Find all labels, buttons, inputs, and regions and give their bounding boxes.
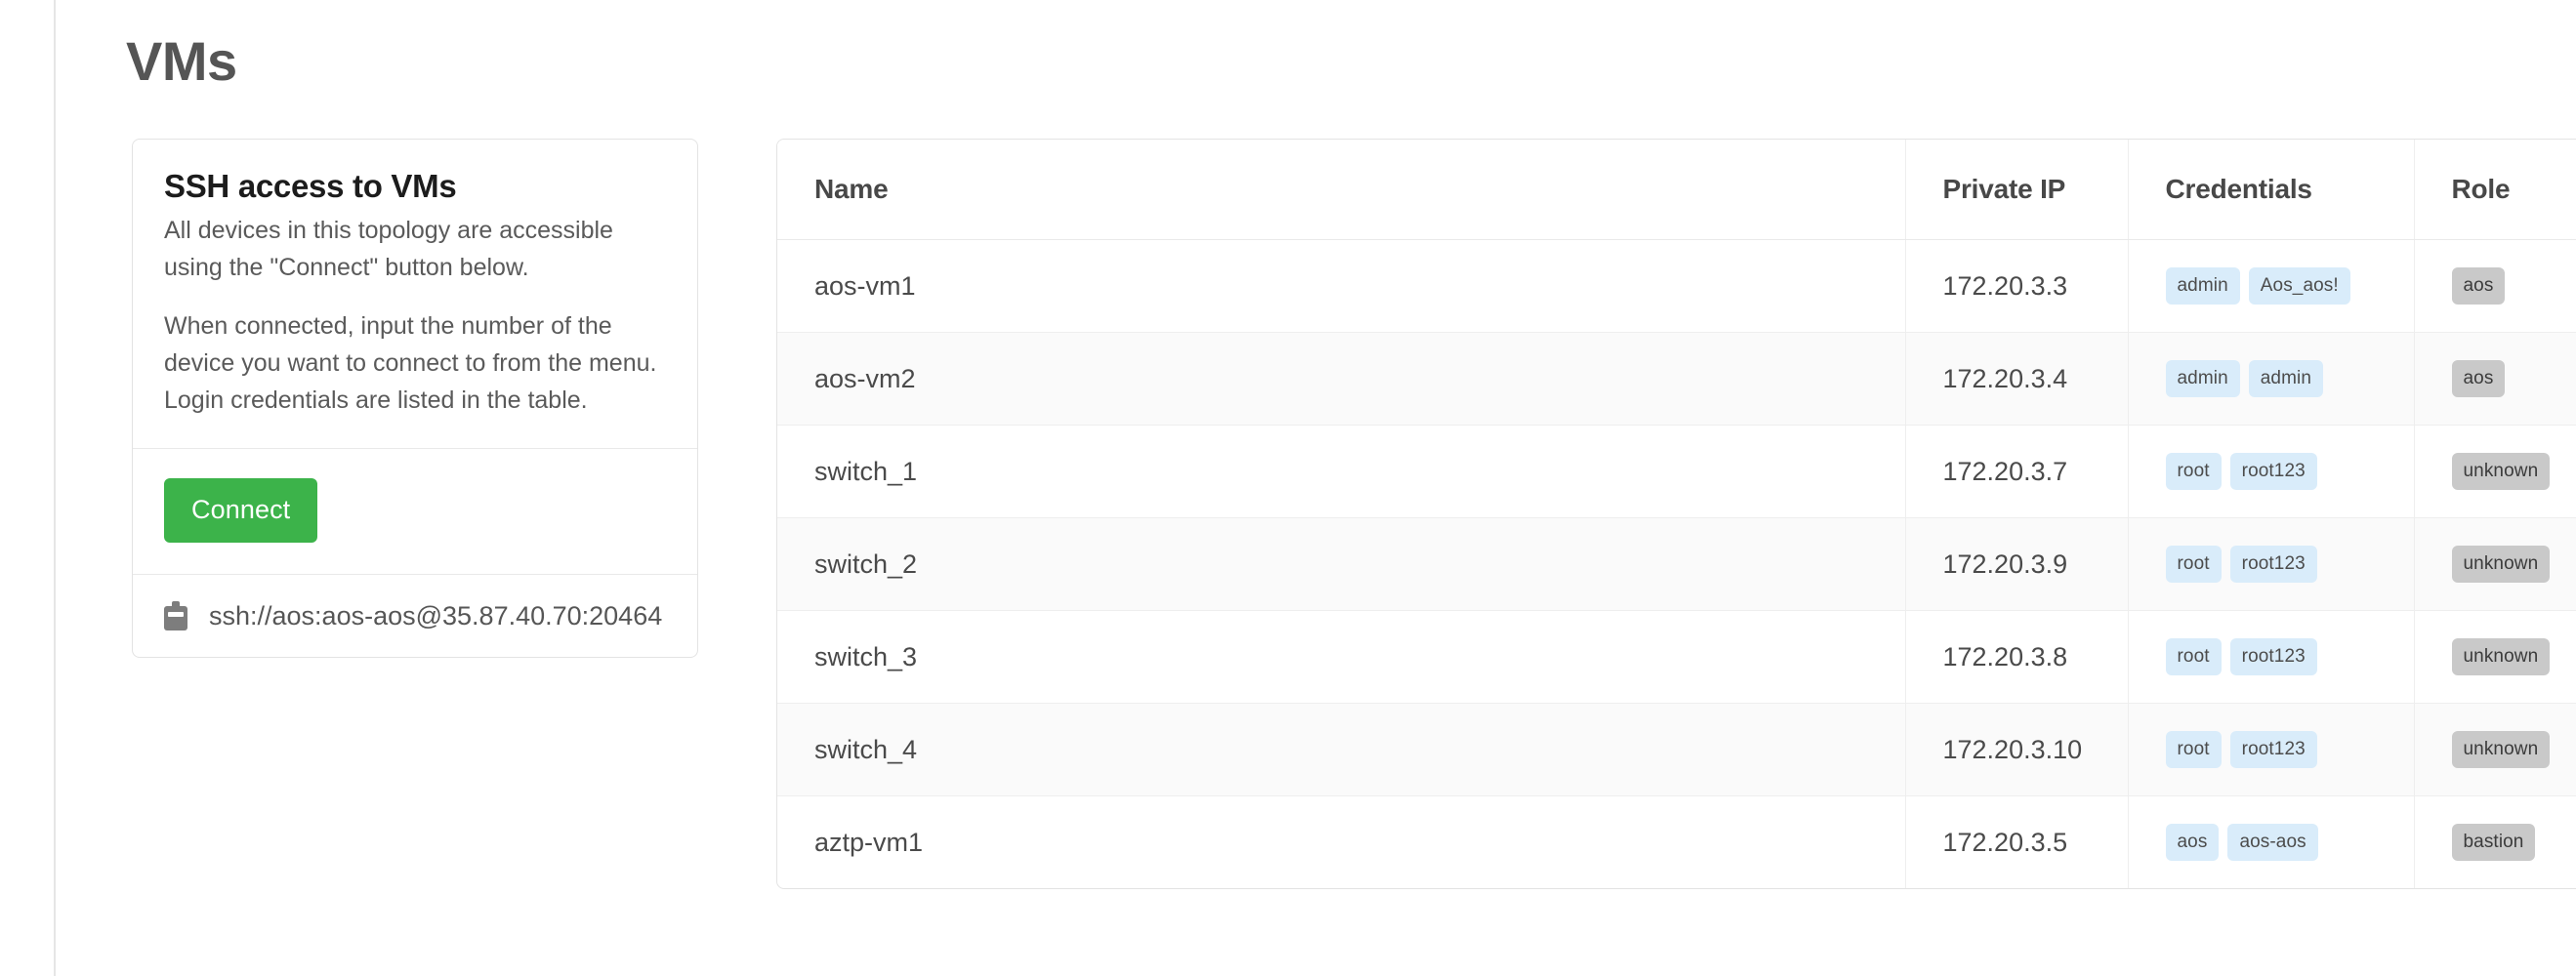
table-row[interactable]: switch_3 172.20.3.8 root root123 unknown — [777, 610, 2576, 704]
table-row[interactable]: switch_2 172.20.3.9 root root123 unknown — [777, 517, 2576, 611]
cell-credentials: admin Aos_aos! — [2128, 239, 2415, 333]
credential-username-badge[interactable]: root — [2165, 731, 2222, 768]
cell-private-ip: 172.20.3.7 — [1905, 425, 2129, 518]
table-row[interactable]: switch_1 172.20.3.7 root root123 unknown — [777, 425, 2576, 518]
cell-private-ip: 172.20.3.5 — [1905, 795, 2129, 888]
ssh-card-url-section: ssh://aos:aos-aos@35.87.40.70:20464 — [133, 574, 697, 657]
cell-name: aos-vm2 — [777, 332, 1906, 426]
role-badges: aos — [2451, 267, 2576, 305]
cell-role: unknown — [2414, 425, 2576, 518]
role-badge: unknown — [2451, 453, 2551, 490]
column-header-private-ip[interactable]: Private IP — [1905, 140, 2129, 240]
credential-username-badge[interactable]: root — [2165, 546, 2222, 583]
cell-role: unknown — [2414, 517, 2576, 611]
credential-badges: root root123 — [2165, 638, 2414, 675]
column-header-credentials[interactable]: Credentials — [2128, 140, 2415, 240]
cell-private-ip: 172.20.3.9 — [1905, 517, 2129, 611]
cell-name: aos-vm1 — [777, 239, 1906, 333]
role-badge: unknown — [2451, 731, 2551, 768]
role-badges: unknown — [2451, 453, 2576, 490]
cell-role: aos — [2414, 239, 2576, 333]
cell-role: aos — [2414, 332, 2576, 426]
credential-password-badge[interactable]: root123 — [2229, 453, 2317, 490]
vm-table-container: Name Private IP Credentials Role aos-vm1… — [776, 139, 2576, 889]
role-badge: unknown — [2451, 546, 2551, 583]
cell-private-ip: 172.20.3.4 — [1905, 332, 2129, 426]
ssh-card-paragraph-2: When connected, input the number of the … — [164, 312, 657, 414]
credential-badges: root root123 — [2165, 546, 2414, 583]
cell-name: switch_3 — [777, 610, 1906, 704]
cell-credentials: root root123 — [2128, 703, 2415, 796]
cell-private-ip: 172.20.3.8 — [1905, 610, 2129, 704]
ssh-card-body: SSH access to VMs All devices in this to… — [133, 140, 697, 448]
credential-password-badge[interactable]: Aos_aos! — [2248, 267, 2350, 305]
vm-table: Name Private IP Credentials Role aos-vm1… — [777, 140, 2576, 888]
role-badges: unknown — [2451, 638, 2576, 675]
cell-credentials: admin admin — [2128, 332, 2415, 426]
role-badge: unknown — [2451, 638, 2551, 675]
role-badge: aos — [2451, 267, 2506, 305]
table-row[interactable]: aos-vm1 172.20.3.3 admin Aos_aos! aos — [777, 239, 2576, 333]
cell-credentials: root root123 — [2128, 517, 2415, 611]
table-header-row: Name Private IP Credentials Role — [777, 140, 2576, 240]
cell-credentials: root root123 — [2128, 425, 2415, 518]
column-header-role[interactable]: Role — [2414, 140, 2576, 240]
credential-username-badge[interactable]: admin — [2165, 267, 2240, 305]
ssh-url-text[interactable]: ssh://aos:aos-aos@35.87.40.70:20464 — [209, 600, 662, 631]
role-badge: aos — [2451, 360, 2506, 397]
clipboard-icon[interactable] — [164, 601, 187, 630]
credential-badges: admin admin — [2165, 360, 2414, 397]
table-row[interactable]: switch_4 172.20.3.10 root root123 unknown — [777, 703, 2576, 796]
cell-role: unknown — [2414, 610, 2576, 704]
cell-credentials: root root123 — [2128, 610, 2415, 704]
credential-password-badge[interactable]: admin — [2248, 360, 2323, 397]
credential-password-badge[interactable]: aos-aos — [2227, 824, 2318, 861]
role-badges: unknown — [2451, 731, 2576, 768]
credential-badges: admin Aos_aos! — [2165, 267, 2414, 305]
credential-username-badge[interactable]: root — [2165, 453, 2222, 490]
ssh-access-card: SSH access to VMs All devices in this to… — [132, 139, 698, 658]
credential-username-badge[interactable]: admin — [2165, 360, 2240, 397]
cell-name: aztp-vm1 — [777, 795, 1906, 888]
page-title: VMs — [126, 30, 237, 92]
cell-name: switch_2 — [777, 517, 1906, 611]
cell-name: switch_1 — [777, 425, 1906, 518]
credential-password-badge[interactable]: root123 — [2229, 546, 2317, 583]
table-row[interactable]: aos-vm2 172.20.3.4 admin admin aos — [777, 332, 2576, 426]
ssh-card-paragraph-1: All devices in this topology are accessi… — [164, 217, 613, 281]
vms-page: VMs SSH access to VMs All devices in thi… — [0, 0, 2576, 976]
vm-table-body: aos-vm1 172.20.3.3 admin Aos_aos! aos aos-vm2… — [777, 239, 2576, 889]
page-content: VMs SSH access to VMs All devices in thi… — [56, 0, 2576, 976]
credential-password-badge[interactable]: root123 — [2229, 731, 2317, 768]
cell-credentials: aos aos-aos — [2128, 795, 2415, 888]
credential-badges: root root123 — [2165, 731, 2414, 768]
ssh-card-action-section: Connect — [133, 448, 697, 574]
table-row[interactable]: aztp-vm1 172.20.3.5 aos aos-aos bastion — [777, 795, 2576, 889]
credential-username-badge[interactable]: aos — [2165, 824, 2220, 861]
column-header-name[interactable]: Name — [777, 140, 1906, 240]
vm-table-head: Name Private IP Credentials Role — [777, 140, 2576, 240]
cell-name: switch_4 — [777, 703, 1906, 796]
cell-private-ip: 172.20.3.10 — [1905, 703, 2129, 796]
role-badges: unknown — [2451, 546, 2576, 583]
cell-role: unknown — [2414, 703, 2576, 796]
cell-role: bastion — [2414, 796, 2576, 889]
role-badges: aos — [2451, 360, 2576, 397]
credential-badges: aos aos-aos — [2165, 824, 2414, 861]
credential-password-badge[interactable]: root123 — [2229, 638, 2317, 675]
connect-button[interactable]: Connect — [164, 478, 318, 543]
role-badge: bastion — [2451, 824, 2536, 861]
credential-username-badge[interactable]: root — [2165, 638, 2222, 675]
ssh-card-title: SSH access to VMs — [164, 168, 457, 204]
credential-badges: root root123 — [2165, 453, 2414, 490]
cell-private-ip: 172.20.3.3 — [1905, 239, 2129, 333]
role-badges: bastion — [2451, 824, 2576, 861]
